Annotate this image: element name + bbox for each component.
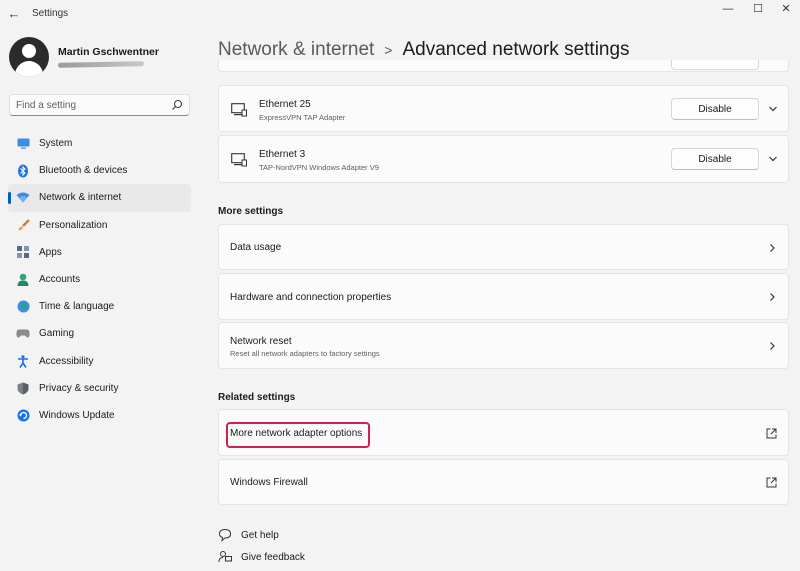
sidebar-item-label: Privacy & security	[39, 382, 119, 394]
shield-icon	[16, 381, 30, 395]
related-settings-heading: Related settings	[218, 392, 296, 403]
page-title: Advanced network settings	[402, 39, 630, 60]
profile-email-redacted	[57, 61, 145, 68]
sidebar-item-windows-update[interactable]: Windows Update	[8, 402, 191, 429]
network-adapter-options-card[interactable]: More network adapter options	[218, 409, 789, 456]
sidebar-item-network[interactable]: Network & internet	[8, 184, 191, 212]
windows-firewall-card[interactable]: Windows Firewall	[218, 459, 789, 505]
bluetooth-icon	[16, 164, 30, 178]
sidebar-item-label: Gaming	[39, 328, 75, 340]
setting-title: Windows Firewall	[230, 477, 308, 488]
setting-subtitle: Reset all network adapters to factory se…	[230, 349, 380, 358]
avatar[interactable]	[9, 37, 49, 77]
help-icon	[218, 528, 232, 542]
breadcrumb-separator: >	[384, 42, 393, 58]
setting-title: Data usage	[230, 242, 282, 253]
ethernet-adapter-icon	[231, 153, 247, 167]
chevron-right-icon	[770, 244, 775, 252]
sidebar-item-accounts[interactable]: Accounts	[8, 266, 191, 293]
network-reset-card[interactable]: Network reset Reset all network adapters…	[218, 322, 789, 369]
data-usage-card[interactable]: Data usage	[218, 224, 789, 270]
search-input[interactable]	[16, 98, 166, 112]
give-feedback-label: Give feedback	[241, 551, 305, 563]
chevron-right-icon	[770, 342, 775, 350]
more-settings-heading: More settings	[218, 206, 284, 217]
get-help-label: Get help	[241, 529, 279, 541]
hardware-properties-card[interactable]: Hardware and connection properties	[218, 273, 789, 320]
disable-button-clipped[interactable]	[671, 60, 759, 70]
sidebar-nav: System Bluetooth & devices Network & int…	[8, 130, 191, 429]
adapter-name: Ethernet 25	[259, 99, 311, 110]
ethernet-adapter-icon	[231, 103, 247, 117]
adapter-card-clipped	[218, 60, 789, 72]
gamepad-icon	[16, 327, 30, 341]
sidebar-item-label: Network & internet	[39, 192, 122, 204]
sidebar-item-system[interactable]: System	[8, 130, 191, 157]
adapter-description: ExpressVPN TAP Adapter	[259, 113, 346, 122]
sidebar-item-label: Personalization	[39, 219, 108, 231]
adapter-card[interactable]: Ethernet 25 ExpressVPN TAP Adapter Disab…	[218, 85, 789, 132]
sidebar-item-label: Time & language	[39, 301, 115, 313]
update-icon	[16, 408, 30, 422]
setting-title: Network reset	[230, 336, 292, 347]
apps-icon	[16, 245, 30, 259]
open-external-icon	[766, 477, 777, 488]
feedback-icon	[218, 551, 232, 563]
sidebar-item-privacy-security[interactable]: Privacy & security	[8, 375, 191, 402]
sidebar-item-label: Accounts	[39, 274, 81, 286]
profile-name: Martin Gschwentner	[58, 46, 159, 58]
adapter-card[interactable]: Ethernet 3 TAP-NordVPN Windows Adapter V…	[218, 135, 789, 183]
sidebar-item-bluetooth[interactable]: Bluetooth & devices	[8, 157, 191, 184]
sidebar-item-personalization[interactable]: Personalization	[8, 212, 191, 239]
sidebar-item-gaming[interactable]: Gaming	[8, 320, 191, 347]
back-arrow-icon[interactable]: ←	[6, 6, 22, 22]
disable-button[interactable]: Disable	[671, 98, 759, 120]
sidebar-item-label: Bluetooth & devices	[39, 165, 128, 177]
disable-button[interactable]: Disable	[671, 148, 759, 170]
adapter-description: TAP-NordVPN Windows Adapter V9	[259, 163, 379, 172]
setting-title: Hardware and connection properties	[230, 292, 392, 303]
sidebar-item-label: Apps	[39, 246, 62, 258]
setting-title: More network adapter options	[230, 428, 363, 439]
brush-icon	[16, 218, 30, 232]
system-icon	[16, 137, 30, 151]
close-button[interactable]: ✕	[768, 0, 800, 18]
chevron-down-icon[interactable]	[768, 154, 778, 164]
sidebar-item-label: Accessibility	[39, 355, 94, 367]
accessibility-icon	[16, 354, 30, 368]
get-help-link[interactable]: Get help	[218, 528, 279, 542]
title-bar: ← Settings — ☐ ✕	[0, 0, 800, 28]
sidebar-item-time-language[interactable]: Time & language	[8, 293, 191, 320]
chevron-right-icon	[770, 293, 775, 301]
sidebar-item-label: Windows Update	[39, 409, 115, 421]
sidebar-item-label: System	[39, 138, 73, 150]
search-icon[interactable]	[171, 99, 183, 111]
give-feedback-link[interactable]: Give feedback	[218, 550, 305, 564]
sidebar-item-accessibility[interactable]: Accessibility	[8, 348, 191, 375]
chevron-down-icon[interactable]	[768, 104, 778, 114]
adapter-name: Ethernet 3	[259, 149, 306, 160]
search-box[interactable]	[9, 94, 190, 116]
sidebar-item-apps[interactable]: Apps	[8, 239, 191, 266]
accounts-icon	[16, 273, 30, 287]
breadcrumb-parent[interactable]: Network & internet	[218, 39, 374, 61]
open-external-icon	[766, 428, 777, 439]
globe-icon	[16, 300, 30, 314]
app-title: Settings	[32, 8, 69, 19]
wifi-icon	[16, 191, 30, 205]
